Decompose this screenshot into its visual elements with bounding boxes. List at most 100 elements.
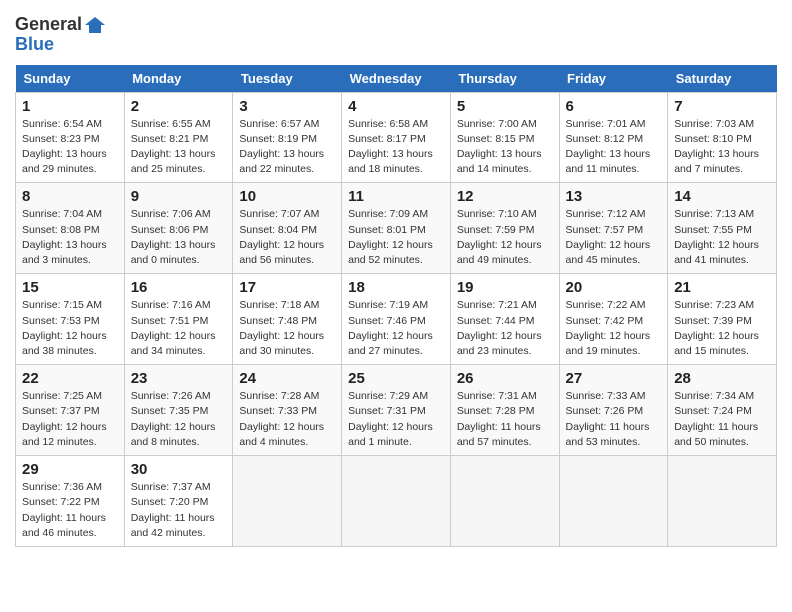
day-info: Sunrise: 7:03 AM Sunset: 8:10 PM Dayligh… [674, 117, 770, 178]
day-info: Sunrise: 7:10 AM Sunset: 7:59 PM Dayligh… [457, 207, 553, 268]
day-info: Sunrise: 6:54 AM Sunset: 8:23 PM Dayligh… [22, 117, 118, 178]
day-number: 1 [22, 98, 118, 115]
calendar-cell: 10 Sunrise: 7:07 AM Sunset: 8:04 PM Dayli… [233, 183, 342, 274]
day-number: 13 [566, 188, 662, 205]
calendar-cell: 12Sunrise: 7:10 AM Sunset: 7:59 PM Dayli… [450, 183, 559, 274]
day-info: Sunrise: 6:55 AM Sunset: 8:21 PM Dayligh… [131, 117, 227, 178]
day-info: Sunrise: 7:06 AM Sunset: 8:06 PM Dayligh… [131, 207, 227, 268]
calendar-cell [450, 456, 559, 547]
calendar-week-row: 22 Sunrise: 7:25 AM Sunset: 7:37 PM Dayli… [16, 365, 777, 456]
calendar-week-row: 15 Sunrise: 7:15 AM Sunset: 7:53 PM Dayli… [16, 274, 777, 365]
calendar-cell: 13 Sunrise: 7:12 AM Sunset: 7:57 PM Dayli… [559, 183, 668, 274]
day-info: Sunrise: 6:57 AM Sunset: 8:19 PM Dayligh… [239, 117, 335, 178]
day-number: 26 [457, 370, 553, 387]
weekday-header-sunday: Sunday [16, 65, 125, 93]
calendar-cell: 17Sunrise: 7:18 AM Sunset: 7:48 PM Dayli… [233, 274, 342, 365]
calendar-cell [342, 456, 451, 547]
calendar-cell: 24 Sunrise: 7:28 AM Sunset: 7:33 PM Dayli… [233, 365, 342, 456]
day-number: 15 [22, 279, 118, 296]
day-number: 3 [239, 98, 335, 115]
day-info: Sunrise: 7:18 AM Sunset: 7:48 PM Dayligh… [239, 298, 335, 359]
day-info: Sunrise: 7:23 AM Sunset: 7:39 PM Dayligh… [674, 298, 770, 359]
day-info: Sunrise: 7:25 AM Sunset: 7:37 PM Dayligh… [22, 389, 118, 450]
day-info: Sunrise: 7:34 AM Sunset: 7:24 PM Dayligh… [674, 389, 770, 450]
calendar-cell: 25 Sunrise: 7:29 AM Sunset: 7:31 PM Dayli… [342, 365, 451, 456]
day-number: 7 [674, 98, 770, 115]
logo-top: General [15, 15, 106, 35]
day-number: 10 [239, 188, 335, 205]
day-number: 30 [131, 461, 227, 478]
day-number: 5 [457, 98, 553, 115]
day-number: 14 [674, 188, 770, 205]
calendar-cell: 11 Sunrise: 7:09 AM Sunset: 8:01 PM Dayli… [342, 183, 451, 274]
day-number: 25 [348, 370, 444, 387]
weekday-header-saturday: Saturday [668, 65, 777, 93]
day-info: Sunrise: 7:09 AM Sunset: 8:01 PM Dayligh… [348, 207, 444, 268]
day-number: 2 [131, 98, 227, 115]
day-info: Sunrise: 7:28 AM Sunset: 7:33 PM Dayligh… [239, 389, 335, 450]
day-info: Sunrise: 7:22 AM Sunset: 7:42 PM Dayligh… [566, 298, 662, 359]
calendar-cell [559, 456, 668, 547]
calendar-cell: 22 Sunrise: 7:25 AM Sunset: 7:37 PM Dayli… [16, 365, 125, 456]
day-info: Sunrise: 7:12 AM Sunset: 7:57 PM Dayligh… [566, 207, 662, 268]
logo-bird-icon [84, 16, 106, 34]
calendar-cell: 9 Sunrise: 7:06 AM Sunset: 8:06 PM Daylig… [124, 183, 233, 274]
day-number: 27 [566, 370, 662, 387]
calendar-cell: 16 Sunrise: 7:16 AM Sunset: 7:51 PM Dayli… [124, 274, 233, 365]
day-info: Sunrise: 7:04 AM Sunset: 8:08 PM Dayligh… [22, 207, 118, 268]
day-number: 22 [22, 370, 118, 387]
weekday-header-monday: Monday [124, 65, 233, 93]
day-number: 11 [348, 188, 444, 205]
calendar-cell: 8 Sunrise: 7:04 AM Sunset: 8:08 PM Daylig… [16, 183, 125, 274]
calendar-cell: 28 Sunrise: 7:34 AM Sunset: 7:24 PM Dayli… [668, 365, 777, 456]
calendar-cell: 30Sunrise: 7:37 AM Sunset: 7:20 PM Dayli… [124, 456, 233, 547]
day-number: 18 [348, 279, 444, 296]
day-number: 16 [131, 279, 227, 296]
calendar-cell: 20 Sunrise: 7:22 AM Sunset: 7:42 PM Dayli… [559, 274, 668, 365]
calendar-table: SundayMondayTuesdayWednesdayThursdayFrid… [15, 65, 777, 547]
day-info: Sunrise: 7:00 AM Sunset: 8:15 PM Dayligh… [457, 117, 553, 178]
calendar-cell: 5 Sunrise: 7:00 AM Sunset: 8:15 PM Daylig… [450, 92, 559, 183]
day-number: 29 [22, 461, 118, 478]
day-number: 9 [131, 188, 227, 205]
day-number: 23 [131, 370, 227, 387]
day-info: Sunrise: 7:01 AM Sunset: 8:12 PM Dayligh… [566, 117, 662, 178]
day-info: Sunrise: 7:07 AM Sunset: 8:04 PM Dayligh… [239, 207, 335, 268]
weekday-header-wednesday: Wednesday [342, 65, 451, 93]
weekday-header-thursday: Thursday [450, 65, 559, 93]
day-info: Sunrise: 7:13 AM Sunset: 7:55 PM Dayligh… [674, 207, 770, 268]
day-info: Sunrise: 7:16 AM Sunset: 7:51 PM Dayligh… [131, 298, 227, 359]
calendar-cell: 27 Sunrise: 7:33 AM Sunset: 7:26 PM Dayli… [559, 365, 668, 456]
day-info: Sunrise: 7:29 AM Sunset: 7:31 PM Dayligh… [348, 389, 444, 450]
logo-text-general: General [15, 15, 82, 35]
day-info: Sunrise: 7:15 AM Sunset: 7:53 PM Dayligh… [22, 298, 118, 359]
calendar-week-row: 8 Sunrise: 7:04 AM Sunset: 8:08 PM Daylig… [16, 183, 777, 274]
calendar-cell [668, 456, 777, 547]
weekday-header-row: SundayMondayTuesdayWednesdayThursdayFrid… [16, 65, 777, 93]
calendar-cell: 23Sunrise: 7:26 AM Sunset: 7:35 PM Dayli… [124, 365, 233, 456]
calendar-cell: 6 Sunrise: 7:01 AM Sunset: 8:12 PM Daylig… [559, 92, 668, 183]
page-header: General Blue [15, 15, 777, 55]
calendar-cell: 1 Sunrise: 6:54 AM Sunset: 8:23 PM Daylig… [16, 92, 125, 183]
day-number: 20 [566, 279, 662, 296]
day-number: 4 [348, 98, 444, 115]
day-info: Sunrise: 7:33 AM Sunset: 7:26 PM Dayligh… [566, 389, 662, 450]
calendar-cell: 7 Sunrise: 7:03 AM Sunset: 8:10 PM Daylig… [668, 92, 777, 183]
day-number: 28 [674, 370, 770, 387]
day-info: Sunrise: 6:58 AM Sunset: 8:17 PM Dayligh… [348, 117, 444, 178]
calendar-cell: 29Sunrise: 7:36 AM Sunset: 7:22 PM Dayli… [16, 456, 125, 547]
calendar-cell: 21 Sunrise: 7:23 AM Sunset: 7:39 PM Dayli… [668, 274, 777, 365]
day-number: 21 [674, 279, 770, 296]
day-info: Sunrise: 7:19 AM Sunset: 7:46 PM Dayligh… [348, 298, 444, 359]
day-info: Sunrise: 7:31 AM Sunset: 7:28 PM Dayligh… [457, 389, 553, 450]
day-number: 8 [22, 188, 118, 205]
logo-text-blue: Blue [15, 35, 106, 55]
calendar-cell: 4 Sunrise: 6:58 AM Sunset: 8:17 PM Daylig… [342, 92, 451, 183]
calendar-cell: 2 Sunrise: 6:55 AM Sunset: 8:21 PM Daylig… [124, 92, 233, 183]
day-number: 6 [566, 98, 662, 115]
calendar-cell: 3 Sunrise: 6:57 AM Sunset: 8:19 PM Daylig… [233, 92, 342, 183]
calendar-cell: 19Sunrise: 7:21 AM Sunset: 7:44 PM Dayli… [450, 274, 559, 365]
day-number: 24 [239, 370, 335, 387]
logo: General Blue [15, 15, 106, 55]
calendar-cell: 26 Sunrise: 7:31 AM Sunset: 7:28 PM Dayli… [450, 365, 559, 456]
